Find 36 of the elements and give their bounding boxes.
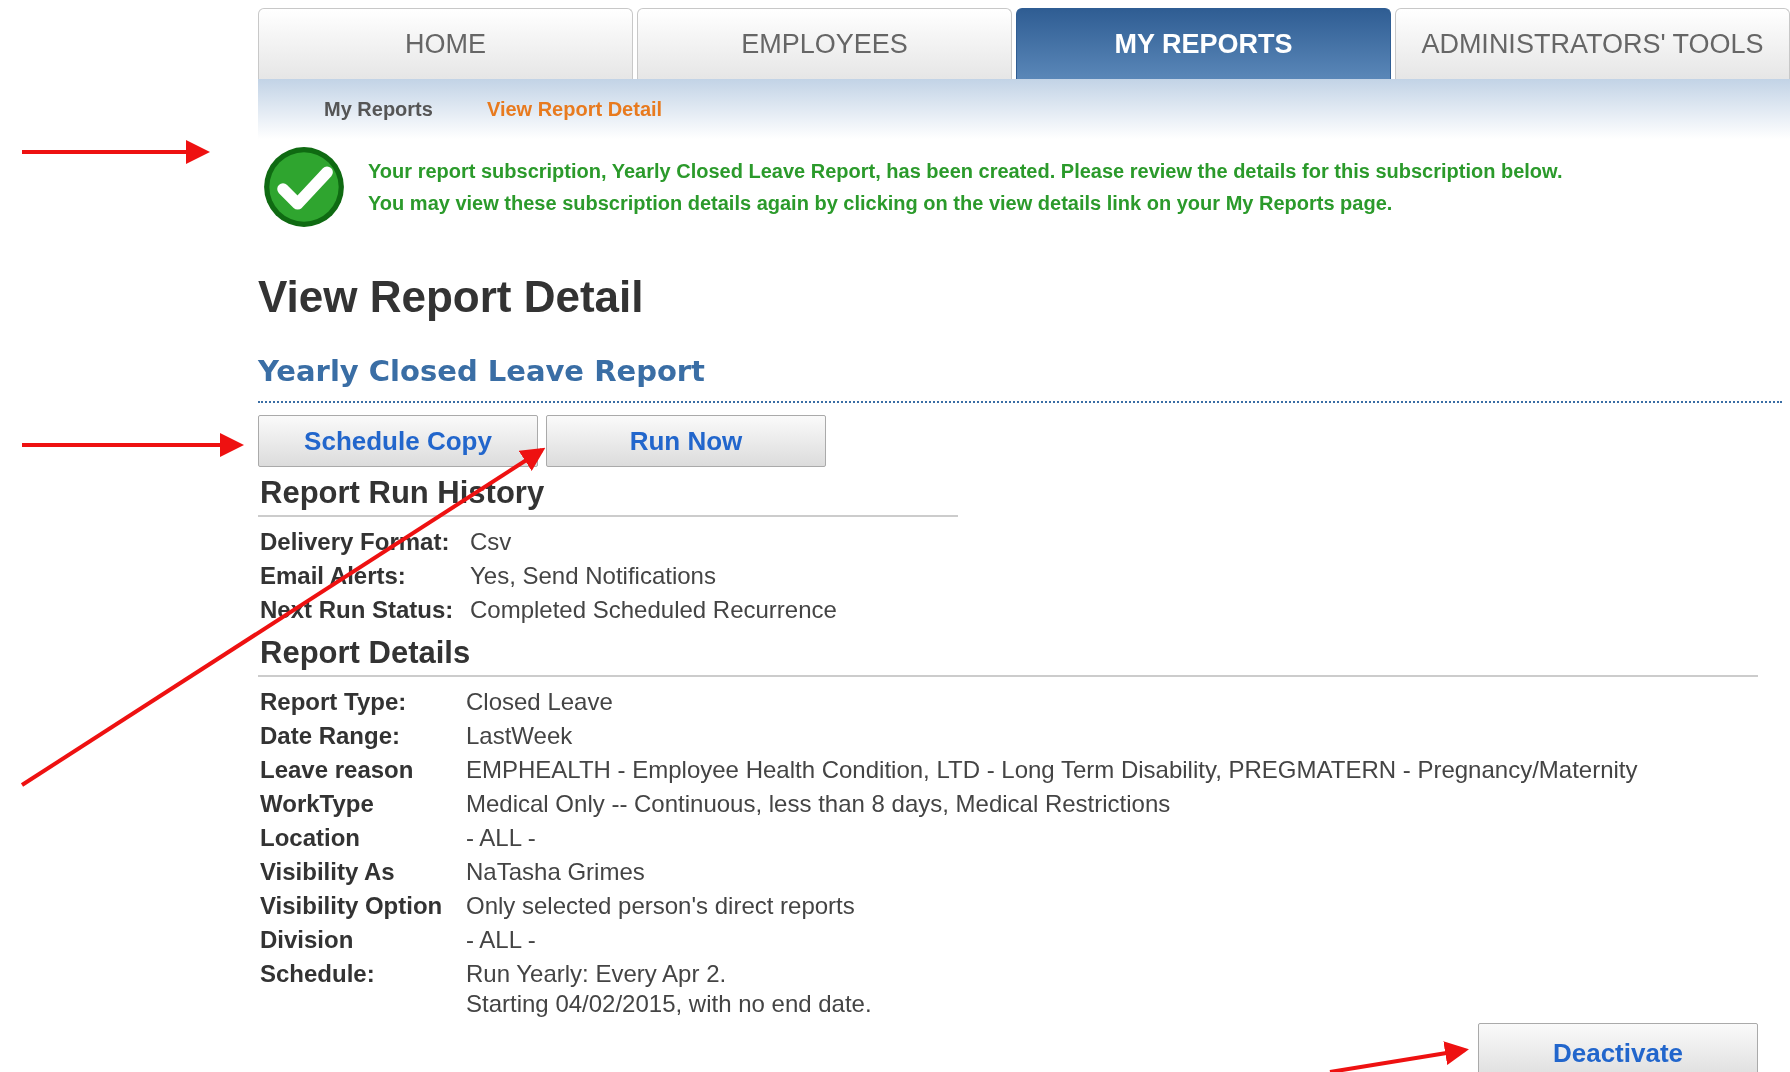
field-value: Completed Scheduled Recurrence [470,595,837,625]
field-label: Division [260,925,355,955]
field-label: Visibility As [260,857,396,887]
action-button[interactable]: Schedule Copy [258,415,538,467]
field-label: Schedule: [260,959,376,989]
field-value: Csv [470,527,513,557]
subnav-link[interactable]: My Reports [324,97,433,121]
success-message: You may view these subscription details again by clicking on the view details link on your My Reports page. [368,191,1394,216]
field-label: Date Range: [260,721,402,751]
section-title: Report Details [260,635,472,671]
success-message: Your report subscription, Yearly Closed Leave Report, has been created. Please review the details for this subscription below. [368,159,1563,184]
field-value: Starting 04/02/2015, with no end date. [466,989,873,1019]
deactivate-button[interactable]: Deactivate [1478,1023,1758,1072]
field-label: Leave reason [260,755,415,785]
report-name: Yearly Closed Leave Report [258,353,706,390]
nav-tab[interactable]: HOME [258,8,633,79]
nav-tab[interactable]: MY REPORTS [1016,8,1391,79]
field-value: - ALL - [466,925,537,955]
action-button[interactable]: Run Now [546,415,826,467]
field-value: Closed Leave [466,687,614,717]
field-value: Run Yearly: Every Apr 2. [466,959,728,989]
field-value: Only selected person's direct reports [466,891,856,921]
field-value: EMPHEALTH - Employee Health Condition, LTD - Long Term Disability, PREGMATERN - Pregnancy/Maternity [466,755,1638,785]
page-title: View Report Detail [258,271,645,323]
field-label: Report Type: [260,687,408,717]
field-value: - ALL - [466,823,537,853]
field-label: Location [260,823,361,853]
success-check-icon [262,145,346,229]
field-label: WorkType [260,789,375,819]
field-value: LastWeek [466,721,574,751]
field-label: Visibility Option [260,891,444,921]
nav-tab[interactable]: ADMINISTRATORS' TOOLS [1395,8,1790,79]
field-value: Medical Only -- Continuous, less than 8 days, Medical Restrictions [466,789,1172,819]
field-value: Yes, Send Notifications [470,561,717,591]
field-value: NaTasha Grimes [466,857,646,887]
nav-tab[interactable]: EMPLOYEES [637,8,1012,79]
